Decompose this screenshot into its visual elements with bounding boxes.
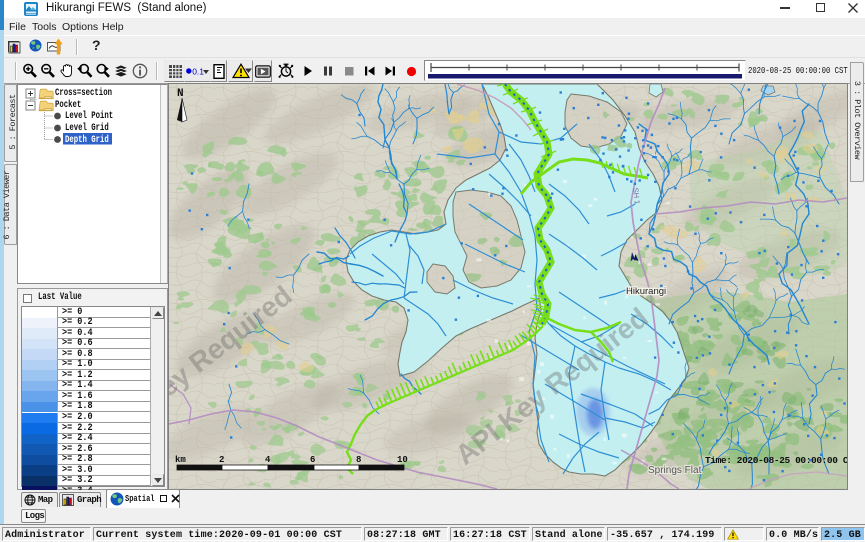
svg-text:6: 6 xyxy=(310,455,315,465)
svg-text:0.1: 0.1 xyxy=(192,67,204,77)
svg-text:8: 8 xyxy=(356,455,361,465)
svg-text:10: 10 xyxy=(397,455,408,465)
svg-text:km: km xyxy=(175,455,186,465)
svg-text:N: N xyxy=(177,88,184,100)
svg-text:4: 4 xyxy=(265,455,271,465)
svg-text:Springs Flat: Springs Flat xyxy=(648,465,702,476)
svg-text:Hikurangi: Hikurangi xyxy=(626,286,666,297)
svg-text:2: 2 xyxy=(219,455,224,465)
svg-text:Time: 2020-08-25 00:00:00 CST: Time: 2020-08-25 00:00:00 CST xyxy=(705,455,847,466)
